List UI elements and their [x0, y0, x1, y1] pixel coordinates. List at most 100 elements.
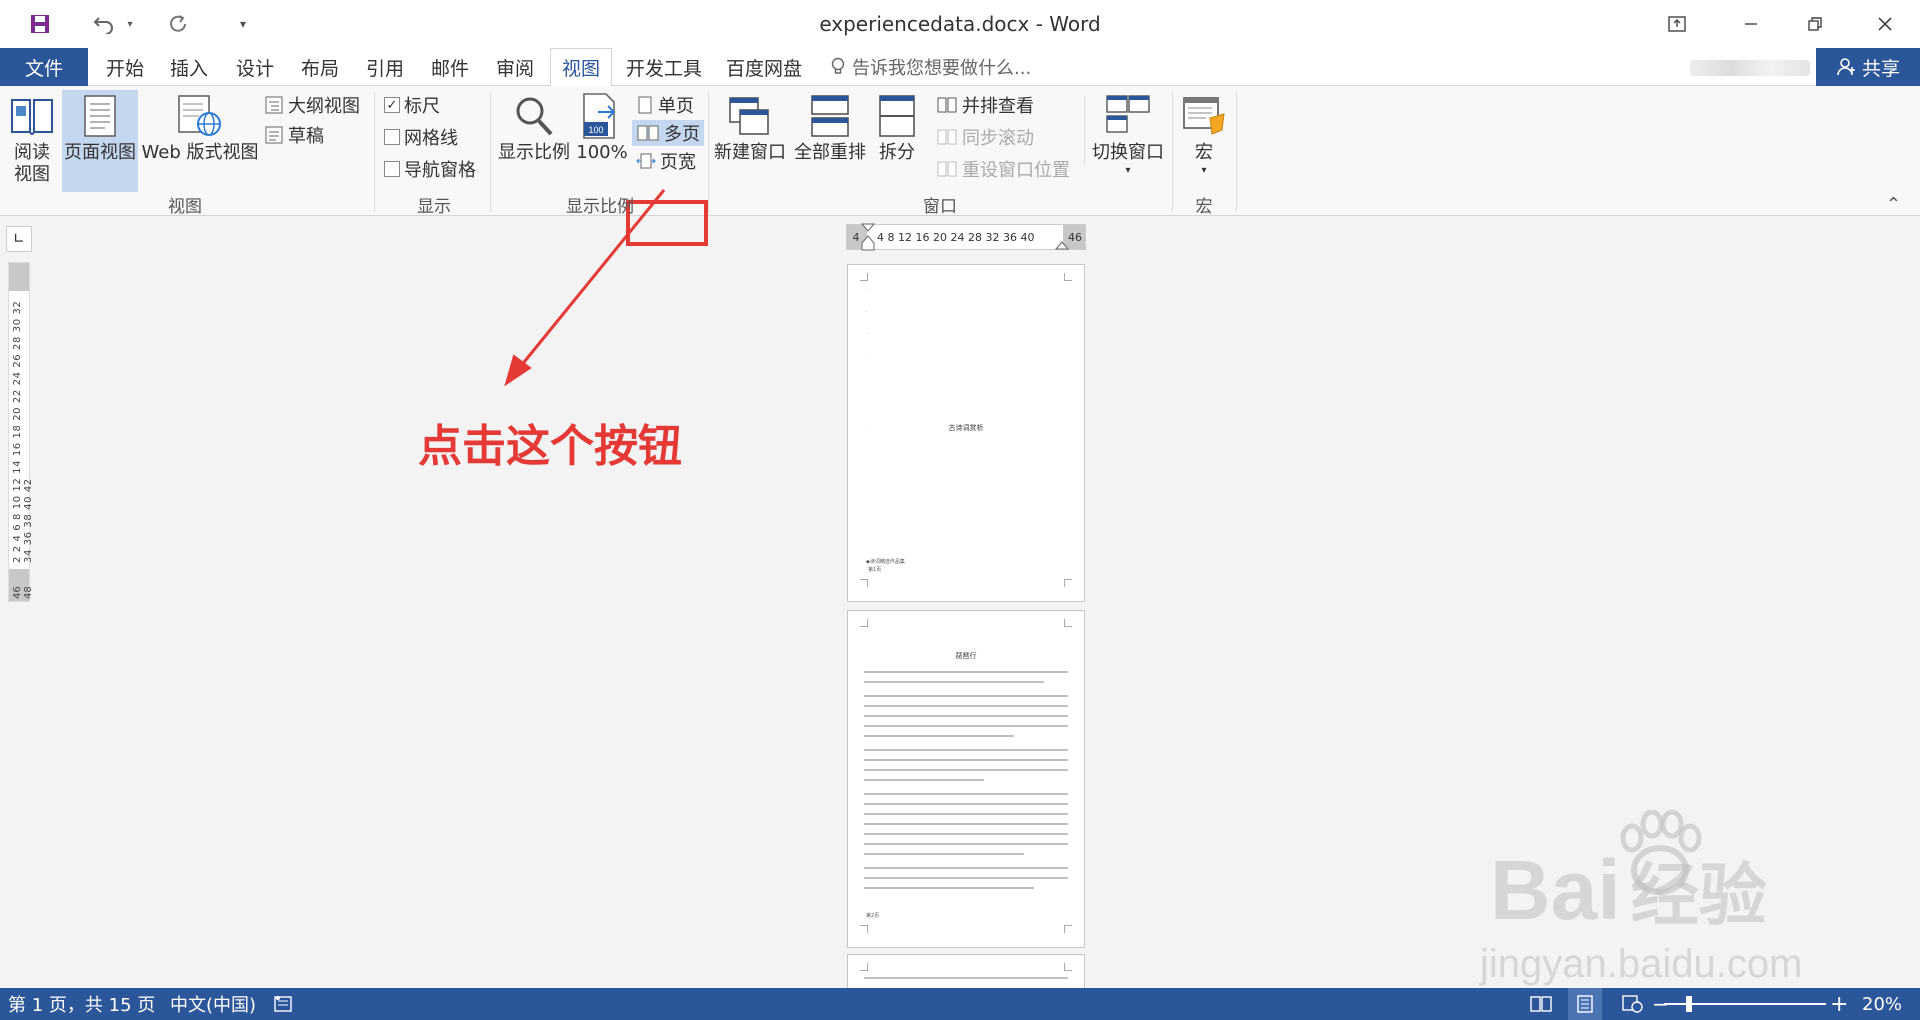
- tab-file[interactable]: 文件: [0, 48, 88, 86]
- close-icon[interactable]: [1862, 6, 1908, 42]
- tab-layout[interactable]: 布局: [293, 48, 347, 86]
- share-label: 共享: [1861, 57, 1900, 80]
- split-button[interactable]: 拆分: [872, 90, 922, 164]
- page-2-footer: 第2页: [866, 913, 880, 919]
- multiple-pages-button[interactable]: 多页: [632, 120, 704, 146]
- tell-me-placeholder: 告诉我您想要做什么...: [852, 58, 1032, 79]
- one-page-button[interactable]: 单页: [636, 92, 694, 118]
- paragraph-mark: ·: [866, 309, 868, 315]
- page-1-footer: ◆诗词精选作品集: [866, 559, 905, 565]
- switch-windows-dropdown-icon: ▾: [1125, 165, 1131, 176]
- text-line: [864, 813, 1068, 815]
- view-side-by-side-button[interactable]: 并排查看: [936, 92, 1034, 118]
- zoom-button[interactable]: 显示比例: [496, 90, 572, 164]
- tab-view[interactable]: 视图: [550, 48, 612, 87]
- page-width-button[interactable]: 页宽: [636, 148, 696, 174]
- synchronous-scrolling-button[interactable]: 同步滚动: [936, 124, 1034, 150]
- crop-mark: [1064, 963, 1072, 971]
- page-icon: [83, 90, 117, 142]
- switch-windows-button[interactable]: 切换窗口 ▾: [1088, 90, 1168, 178]
- gridlines-label: 网格线: [404, 128, 458, 149]
- zoom-100-button[interactable]: 100 100%: [574, 90, 630, 164]
- language-indicator[interactable]: 中文(中国): [170, 988, 256, 1020]
- separator: [374, 92, 375, 212]
- zoom-slider-thumb[interactable]: [1686, 996, 1692, 1012]
- indent-marker-icon[interactable]: [861, 223, 875, 253]
- macros-button[interactable]: 宏 ▾: [1176, 90, 1232, 178]
- print-layout-button[interactable]: 页面视图: [62, 90, 138, 192]
- multiple-pages-label: 多页: [664, 124, 700, 145]
- text-line: [864, 977, 1068, 979]
- print-layout-view-icon[interactable]: [1568, 988, 1602, 1020]
- read-mode-view-icon[interactable]: [1530, 988, 1552, 1020]
- one-page-label: 单页: [658, 96, 694, 117]
- tab-review[interactable]: 审阅: [488, 48, 542, 86]
- crop-mark: [860, 619, 868, 627]
- sync-scroll-label: 同步滚动: [962, 128, 1034, 149]
- zoom-in-button[interactable]: +: [1830, 988, 1848, 1020]
- text-line: [864, 735, 1014, 737]
- paragraph-mark: ·: [866, 353, 868, 359]
- text-line: [864, 681, 1044, 683]
- page-count[interactable]: 第 1 页，共 15 页: [8, 988, 155, 1020]
- draft-button[interactable]: 草稿: [264, 122, 324, 148]
- ribbon-display-options-icon[interactable]: [1654, 6, 1700, 42]
- reset-position-icon: [937, 161, 957, 177]
- user-account-blurred[interactable]: [1690, 60, 1810, 76]
- document-page-1[interactable]: · · · · · 古诗词赏析 ◆诗词精选作品集 第1页: [847, 264, 1085, 602]
- arrange-all-button[interactable]: 全部重排: [792, 90, 868, 164]
- new-window-button[interactable]: 新建窗口: [712, 90, 788, 164]
- tab-developer[interactable]: 开发工具: [620, 48, 708, 86]
- multiple-pages-icon: [637, 125, 659, 141]
- nav-pane-checkbox[interactable]: 导航窗格: [384, 156, 476, 182]
- globe-page-icon: [175, 90, 225, 142]
- share-button[interactable]: 共享: [1816, 48, 1920, 86]
- tab-design[interactable]: 设计: [228, 48, 282, 86]
- text-line: [864, 793, 1068, 795]
- zoom-level[interactable]: 20%: [1862, 988, 1902, 1020]
- reset-window-position-button[interactable]: 重设窗口位置: [936, 156, 1070, 182]
- restore-icon[interactable]: [1792, 6, 1838, 42]
- split-icon: [878, 90, 916, 142]
- draft-label: 草稿: [288, 126, 324, 147]
- tab-mailings[interactable]: 邮件: [423, 48, 477, 86]
- tab-baidu-netdisk[interactable]: 百度网盘: [718, 48, 810, 86]
- page-1-footer-number: 第1页: [868, 567, 882, 573]
- vertical-ruler-end: 46 48: [12, 586, 34, 599]
- document-page-3[interactable]: [847, 954, 1085, 988]
- tab-insert[interactable]: 插入: [162, 48, 216, 86]
- text-line: [864, 769, 1068, 771]
- ruler-checkbox[interactable]: ✓ 标尺: [384, 92, 440, 118]
- horizontal-ruler-numbers: 4 8 12 16 20 24 28 32 36 40: [877, 231, 1035, 244]
- gridlines-check-icon: [384, 129, 400, 145]
- split-label: 拆分: [879, 142, 915, 163]
- macro-recording-icon[interactable]: [274, 988, 294, 1020]
- ruler-check-icon: ✓: [384, 97, 400, 113]
- minimize-icon[interactable]: [1728, 6, 1774, 42]
- read-mode-button[interactable]: 阅读 视图: [4, 90, 60, 186]
- text-line: [864, 725, 1068, 727]
- vertical-ruler[interactable]: 2 2 4 6 8 10 12 14 16 18 20 22 24 26 28 …: [8, 262, 34, 602]
- text-line: [864, 843, 1068, 845]
- collapse-ribbon-icon[interactable]: ⌃: [1886, 194, 1901, 215]
- document-page-2[interactable]: 琵琶行 第2页: [847, 610, 1085, 948]
- gridlines-checkbox[interactable]: 网格线: [384, 124, 458, 150]
- horizontal-ruler[interactable]: 4 4 8 12 16 20 24 28 32 36 40 46: [846, 223, 1086, 253]
- right-indent-marker-icon[interactable]: [1055, 239, 1069, 251]
- text-line: [864, 671, 1068, 673]
- tab-selector-icon[interactable]: ∟: [6, 226, 32, 252]
- lightbulb-icon: [831, 57, 845, 74]
- text-line: [864, 823, 1068, 825]
- web-layout-button[interactable]: Web 版式视图: [140, 90, 260, 164]
- text-line: [864, 877, 1068, 879]
- text-line: [864, 853, 1024, 855]
- tab-home[interactable]: 开始: [98, 48, 152, 86]
- one-page-icon: [638, 96, 652, 114]
- tab-references[interactable]: 引用: [358, 48, 412, 86]
- watermark-brand: Bai 经验: [1490, 843, 1767, 937]
- separator: [708, 92, 709, 212]
- web-layout-view-icon[interactable]: [1622, 988, 1644, 1020]
- crop-mark: [860, 963, 868, 971]
- outline-button[interactable]: 大纲视图: [264, 92, 360, 118]
- tell-me-search[interactable]: 告诉我您想要做什么...: [830, 48, 1031, 86]
